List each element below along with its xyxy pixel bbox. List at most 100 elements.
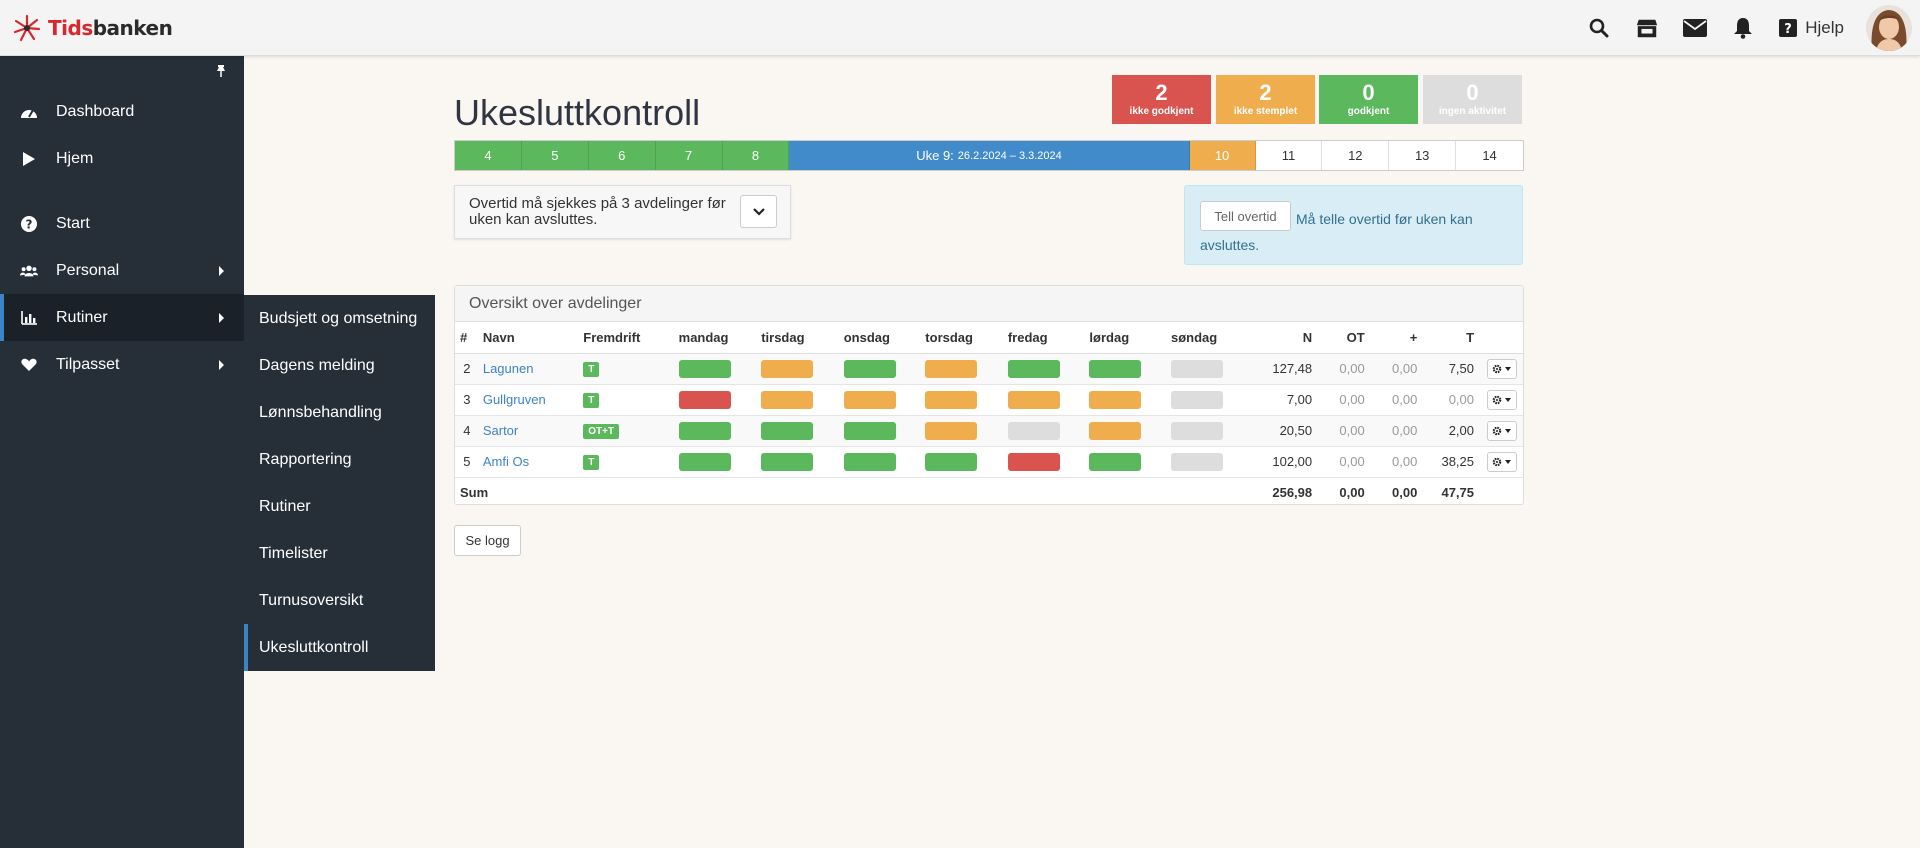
sidebar-item-hjem[interactable]: Hjem xyxy=(0,135,244,182)
avdelinger-table: # Navn Fremdrift mandag tirsdag onsdag t… xyxy=(455,322,1523,508)
day-status[interactable] xyxy=(761,452,814,471)
week-6[interactable]: 6 xyxy=(588,141,656,170)
submenu-item-turnusoversikt[interactable]: Turnusoversikt xyxy=(244,577,435,624)
day-status[interactable] xyxy=(1007,390,1060,409)
sidebar-item-dashboard[interactable]: Dashboard xyxy=(0,88,244,135)
status-ingen-aktivitet[interactable]: 0 ingen aktivitet xyxy=(1423,75,1522,124)
row-actions-button[interactable] xyxy=(1487,420,1517,441)
day-status[interactable] xyxy=(678,359,731,378)
sidebar-item-rutiner[interactable]: Rutiner xyxy=(0,294,244,341)
value-ot: 0,00 xyxy=(1316,446,1369,478)
week-12[interactable]: 12 xyxy=(1322,141,1390,170)
week-4[interactable]: 4 xyxy=(455,141,522,170)
help-link[interactable]: ? Hjelp xyxy=(1779,18,1844,38)
day-status[interactable] xyxy=(678,390,731,409)
se-logg-button[interactable]: Se logg xyxy=(454,525,521,556)
day-status[interactable] xyxy=(925,390,978,409)
store-icon[interactable] xyxy=(1635,16,1659,40)
day-status[interactable] xyxy=(1170,421,1223,440)
sum-row: Sum 256,98 0,00 0,00 47,75 xyxy=(455,477,1523,508)
col-header: fredag xyxy=(1003,322,1086,354)
day-status[interactable] xyxy=(925,452,978,471)
submenu-item-rutiner[interactable]: Rutiner xyxy=(244,483,435,530)
week-13[interactable]: 13 xyxy=(1389,141,1457,170)
sidebar-item-personal[interactable]: Personal xyxy=(0,247,244,294)
week-5[interactable]: 5 xyxy=(521,141,589,170)
day-status[interactable] xyxy=(843,452,896,471)
day-status[interactable] xyxy=(1007,359,1060,378)
day-status[interactable] xyxy=(678,421,731,440)
sidebar-item-tilpasset[interactable]: Tilpasset xyxy=(0,341,244,388)
value-t: 38,25 xyxy=(1421,446,1479,478)
top-icons: ? Hjelp xyxy=(1575,0,1920,56)
department-link[interactable]: Lagunen xyxy=(483,361,534,376)
department-link[interactable]: Gullgruven xyxy=(483,392,546,407)
tell-overtid-button[interactable]: Tell overtid xyxy=(1200,201,1291,231)
col-header: onsdag xyxy=(839,322,922,354)
dashboard-icon xyxy=(20,103,38,121)
week-current[interactable]: Uke 9: 26.2.2024 – 3.3.2024 xyxy=(789,141,1190,170)
department-link[interactable]: Amfi Os xyxy=(483,454,529,469)
day-status[interactable] xyxy=(761,390,814,409)
day-status[interactable] xyxy=(1007,421,1060,440)
day-status[interactable] xyxy=(925,421,978,440)
submenu-item-timelister[interactable]: Timelister xyxy=(244,530,435,577)
expand-button[interactable] xyxy=(740,195,777,228)
department-link[interactable]: Sartor xyxy=(483,423,518,438)
week-11[interactable]: 11 xyxy=(1255,141,1323,170)
day-status[interactable] xyxy=(678,452,731,471)
avatar[interactable] xyxy=(1866,5,1912,51)
week-10[interactable]: 10 xyxy=(1189,141,1256,170)
pin-icon[interactable] xyxy=(214,64,228,78)
row-actions-button[interactable] xyxy=(1487,358,1517,379)
day-status[interactable] xyxy=(761,359,814,378)
week-8[interactable]: 8 xyxy=(722,141,790,170)
day-status[interactable] xyxy=(1007,452,1060,471)
logo-text: Tidsbanken xyxy=(48,16,173,40)
tidsbanken-logo[interactable]: Tidsbanken xyxy=(12,13,173,43)
help-label: Hjelp xyxy=(1805,18,1844,37)
bell-icon[interactable] xyxy=(1731,16,1755,40)
row-actions-button[interactable] xyxy=(1487,389,1517,410)
value-t: 7,50 xyxy=(1421,353,1479,385)
submenu-item-ukesluttkontroll[interactable]: Ukesluttkontroll xyxy=(244,624,435,671)
status-godkjent[interactable]: 0 godkjent xyxy=(1319,75,1418,124)
col-header: # xyxy=(455,322,479,354)
col-header: Navn xyxy=(478,322,580,354)
day-status[interactable] xyxy=(1170,390,1223,409)
status-ikke-stemplet[interactable]: 2 ikke stemplet xyxy=(1216,75,1315,124)
progress-badge: T xyxy=(583,455,600,470)
week-7[interactable]: 7 xyxy=(655,141,723,170)
row-actions-button[interactable] xyxy=(1487,451,1517,472)
envelope-icon[interactable] xyxy=(1683,16,1708,40)
day-status[interactable] xyxy=(843,421,896,440)
day-status[interactable] xyxy=(1089,452,1142,471)
day-status[interactable] xyxy=(1089,359,1142,378)
col-header: Fremdrift xyxy=(579,322,675,354)
gear-icon xyxy=(1492,426,1511,435)
day-status[interactable] xyxy=(843,390,896,409)
day-status[interactable] xyxy=(1089,390,1142,409)
overtid-notice: Overtid må sjekkes på 3 avdelinger før u… xyxy=(454,185,791,239)
status-label: ikke godkjent xyxy=(1129,106,1194,117)
day-status[interactable] xyxy=(1170,452,1223,471)
progress-badge: OT+T xyxy=(583,424,620,439)
question-icon: ? xyxy=(20,215,38,233)
row-number: 3 xyxy=(455,384,479,416)
bar-chart-icon xyxy=(20,309,38,327)
sidebar-item-start[interactable]: ? Start xyxy=(0,200,244,247)
submenu-item-rapportering[interactable]: Rapportering xyxy=(244,436,435,483)
status-ikke-godkjent[interactable]: 2 ikke godkjent xyxy=(1112,75,1211,124)
submenu-item-budsjett[interactable]: Budsjett og omsetning xyxy=(244,295,435,342)
week-14[interactable]: 14 xyxy=(1456,141,1523,170)
day-status[interactable] xyxy=(925,359,978,378)
col-header: tirsdag xyxy=(757,322,840,354)
day-status[interactable] xyxy=(761,421,814,440)
sidebar-item-label: Tilpasset xyxy=(56,355,120,373)
submenu-item-dagens-melding[interactable]: Dagens melding xyxy=(244,342,435,389)
day-status[interactable] xyxy=(1170,359,1223,378)
submenu-item-lonnsbehandling[interactable]: Lønnsbehandling xyxy=(244,389,435,436)
day-status[interactable] xyxy=(1089,421,1142,440)
day-status[interactable] xyxy=(843,359,896,378)
search-icon[interactable] xyxy=(1587,16,1611,40)
